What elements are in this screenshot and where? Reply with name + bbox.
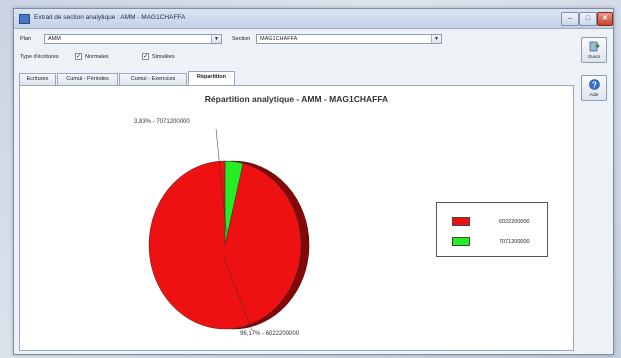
open-door-icon <box>589 41 600 52</box>
plan-label: Plan <box>20 36 32 42</box>
app-icon <box>19 14 30 24</box>
chevron-down-icon[interactable]: ▼ <box>211 35 221 43</box>
data-label-slice-2: 3,83% - 7071200000 <box>134 119 190 125</box>
legend-swatch-1 <box>452 217 470 226</box>
close-button[interactable]: ✕ <box>597 12 613 26</box>
aide-label: Aide <box>589 92 599 97</box>
simulees-checkbox[interactable]: ✓ <box>142 53 149 60</box>
svg-text:?: ? <box>592 80 597 89</box>
chart-panel: Répartition analytique - AMM - MAG1CHAFF… <box>19 85 574 351</box>
chevron-down-icon[interactable]: ▼ <box>431 35 441 43</box>
section-value: MAG1CHAFFA <box>260 36 298 42</box>
window-title: Extrait de section analytique : AMM - MA… <box>34 14 186 21</box>
ouvrir-label: Ouvrir <box>587 54 601 59</box>
tab-cumul-exercices[interactable]: Cumul - Exercices <box>119 73 187 85</box>
help-icon: ? <box>589 79 600 90</box>
normales-checkbox[interactable]: ✓ <box>75 53 82 60</box>
minimize-button[interactable]: – <box>561 12 579 26</box>
chart-legend: 6022200000 7071200000 <box>436 202 548 257</box>
legend-label-1: 6022200000 <box>499 219 530 225</box>
tab-cumul-periodes[interactable]: Cumul - Périodes <box>57 73 118 85</box>
maximize-button[interactable]: □ <box>579 12 597 26</box>
section-select[interactable]: MAG1CHAFFA ▼ <box>256 34 442 44</box>
pie-slice-6022200000 <box>148 160 302 330</box>
type-ecritures-label: Type d'écritures <box>20 54 59 60</box>
aide-button[interactable]: ? Aide <box>581 75 607 101</box>
plan-value: AMM <box>48 36 61 42</box>
tab-ecritures[interactable]: Ecritures <box>19 73 56 85</box>
legend-swatch-2 <box>452 237 470 246</box>
plan-select[interactable]: AMM ▼ <box>44 34 222 44</box>
tab-repartition[interactable]: Répartition <box>188 71 235 85</box>
main-window: Extrait de section analytique : AMM - MA… <box>13 8 614 355</box>
legend-label-2: 7071200000 <box>499 239 530 245</box>
normales-label: Normales <box>85 54 109 60</box>
data-label-slice-1: 96,17% - 6022200000 <box>240 331 300 337</box>
title-bar: Extrait de section analytique : AMM - MA… <box>14 9 613 29</box>
simulees-label: Simulées <box>152 54 175 60</box>
ouvrir-button[interactable]: Ouvrir <box>581 37 607 63</box>
section-label: Section <box>232 36 251 42</box>
